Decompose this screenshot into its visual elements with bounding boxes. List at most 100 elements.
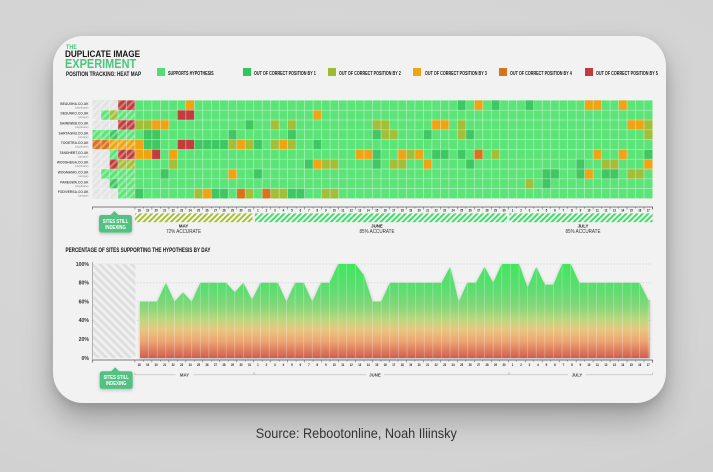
svg-text:3: 3	[529, 208, 531, 212]
svg-text:4: 4	[537, 363, 539, 367]
svg-text:11: 11	[596, 363, 599, 367]
svg-text:29: 29	[231, 363, 234, 367]
svg-text:28: 28	[223, 363, 226, 367]
svg-text:6: 6	[554, 363, 556, 367]
svg-text:9: 9	[325, 363, 327, 367]
svg-text:20: 20	[418, 363, 421, 367]
svg-text:24: 24	[189, 363, 192, 367]
svg-text:26: 26	[469, 363, 472, 367]
svg-text:0%: 0%	[82, 356, 90, 362]
svg-text:28: 28	[223, 208, 226, 212]
svg-text:(unique): (unique)	[78, 194, 89, 198]
svg-text:JUNE: JUNE	[371, 224, 383, 229]
svg-text:26: 26	[469, 208, 472, 212]
svg-text:16: 16	[638, 208, 641, 212]
svg-text:15: 15	[375, 363, 378, 367]
svg-text:5: 5	[291, 208, 293, 212]
svg-text:26: 26	[206, 208, 209, 212]
svg-text:6: 6	[300, 363, 302, 367]
svg-text:14: 14	[621, 208, 624, 212]
svg-text:18: 18	[138, 208, 141, 212]
svg-text:18: 18	[401, 363, 404, 367]
svg-text:(duplicate): (duplicate)	[75, 184, 89, 188]
svg-text:MAY: MAY	[180, 372, 189, 377]
svg-text:7: 7	[563, 363, 565, 367]
svg-text:1: 1	[257, 208, 259, 212]
svg-text:19: 19	[409, 363, 412, 367]
svg-text:30: 30	[239, 363, 242, 367]
svg-text:(unique): (unique)	[78, 154, 89, 158]
svg-text:28: 28	[486, 208, 489, 212]
svg-text:22: 22	[172, 208, 175, 212]
svg-text:30: 30	[503, 208, 506, 212]
svg-text:10: 10	[587, 208, 590, 212]
svg-text:30: 30	[239, 208, 242, 212]
svg-text:27: 27	[477, 363, 480, 367]
svg-text:8: 8	[317, 363, 319, 367]
svg-text:18: 18	[138, 363, 141, 367]
svg-text:11: 11	[341, 363, 344, 367]
svg-text:24: 24	[452, 363, 455, 367]
svg-text:19: 19	[409, 208, 412, 212]
svg-text:22: 22	[435, 363, 438, 367]
svg-text:14: 14	[367, 363, 370, 367]
svg-text:20: 20	[155, 363, 158, 367]
svg-text:JULY: JULY	[578, 224, 589, 229]
svg-text:17: 17	[392, 208, 395, 212]
svg-text:JUNE: JUNE	[369, 372, 381, 377]
svg-text:21: 21	[163, 363, 166, 367]
svg-text:23: 23	[443, 363, 446, 367]
svg-text:28: 28	[486, 363, 489, 367]
svg-text:1: 1	[257, 363, 259, 367]
svg-text:12: 12	[604, 363, 607, 367]
svg-text:2: 2	[266, 363, 268, 367]
svg-text:27: 27	[214, 208, 217, 212]
svg-text:26: 26	[206, 363, 209, 367]
svg-text:4: 4	[537, 208, 539, 212]
svg-text:7: 7	[563, 208, 565, 212]
svg-text:13: 13	[613, 363, 616, 367]
svg-text:9: 9	[325, 208, 327, 212]
svg-text:1: 1	[512, 208, 514, 212]
svg-text:(unique): (unique)	[78, 135, 89, 139]
svg-text:(duplicate): (duplicate)	[75, 125, 89, 129]
svg-text:60%: 60%	[79, 299, 90, 305]
svg-text:3: 3	[529, 363, 531, 367]
svg-text:25: 25	[460, 363, 463, 367]
svg-text:85% ACCURATE: 85% ACCURATE	[566, 229, 601, 235]
svg-text:16: 16	[638, 363, 641, 367]
svg-text:8: 8	[317, 208, 319, 212]
svg-text:72% ACCURATE: 72% ACCURATE	[166, 229, 201, 235]
svg-text:24: 24	[452, 208, 455, 212]
svg-text:14: 14	[367, 208, 370, 212]
svg-text:15: 15	[630, 363, 633, 367]
svg-text:25: 25	[197, 363, 200, 367]
svg-text:7: 7	[308, 208, 310, 212]
svg-text:29: 29	[494, 208, 497, 212]
svg-text:31: 31	[248, 363, 251, 367]
svg-text:(duplicate): (duplicate)	[75, 105, 89, 109]
svg-text:(unique): (unique)	[78, 174, 89, 178]
svg-text:100%: 100%	[76, 262, 90, 268]
svg-text:9: 9	[580, 208, 582, 212]
svg-text:7: 7	[308, 363, 310, 367]
svg-text:14: 14	[621, 363, 624, 367]
svg-text:12: 12	[604, 208, 607, 212]
svg-text:5: 5	[291, 363, 293, 367]
svg-text:16: 16	[384, 208, 387, 212]
svg-text:8: 8	[571, 363, 573, 367]
svg-text:10: 10	[587, 363, 590, 367]
svg-text:11: 11	[341, 208, 344, 212]
svg-text:19: 19	[146, 208, 149, 212]
svg-text:2: 2	[266, 208, 268, 212]
svg-text:16: 16	[384, 363, 387, 367]
svg-text:21: 21	[426, 363, 429, 367]
svg-text:6: 6	[554, 208, 556, 212]
svg-text:25: 25	[460, 208, 463, 212]
svg-text:17: 17	[647, 208, 650, 212]
svg-text:15: 15	[375, 208, 378, 212]
svg-text:15: 15	[630, 208, 633, 212]
svg-text:3: 3	[274, 208, 276, 212]
svg-text:17: 17	[647, 363, 650, 367]
svg-text:13: 13	[358, 208, 361, 212]
